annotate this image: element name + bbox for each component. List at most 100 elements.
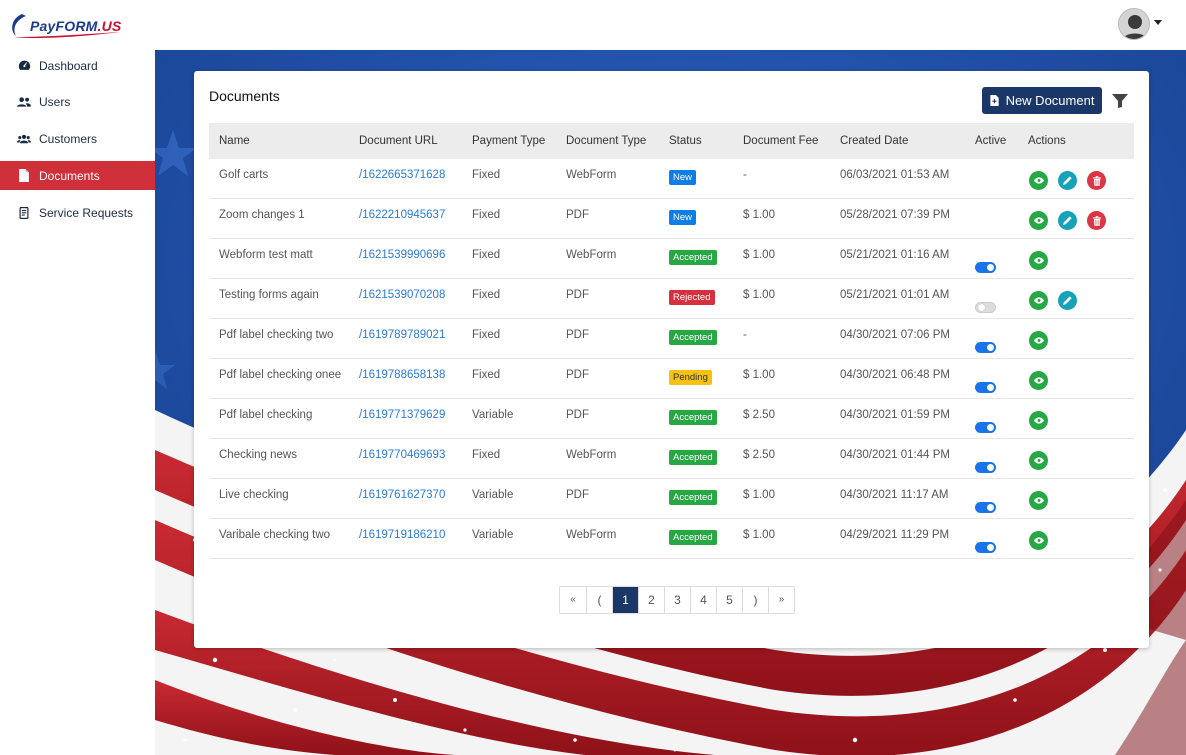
document-fee: $ 1.00 [743,529,775,541]
document-url-link[interactable]: /1619761627370 [359,489,445,501]
page-3-button[interactable]: 3 [664,587,690,613]
document-type: PDF [566,409,589,421]
chevron-down-icon[interactable] [1154,20,1162,25]
document-icon [17,169,31,183]
sidebar-item-service-requests[interactable]: Service Requests [0,198,155,227]
delete-button[interactable] [1087,171,1106,190]
view-button[interactable] [1029,531,1048,550]
sidebar-item-users[interactable]: Users [0,87,155,116]
first-page-button[interactable]: « [560,587,586,613]
page-1-button[interactable]: 1 [612,587,638,613]
logo-suffix: .US [97,18,122,34]
active-toggle[interactable] [975,262,996,273]
user-silhouette-icon [1119,9,1149,39]
document-url-link[interactable]: /1619788658138 [359,369,445,381]
active-toggle[interactable] [975,302,996,313]
document-url-link[interactable]: /1622210945637 [359,209,445,221]
view-button[interactable] [1029,211,1048,230]
status-badge: Accepted [669,250,717,265]
table-row: Webform test matt/1621539990696 Fixed WebF… [209,239,1134,279]
table-row: Checking news/1619770469693 Fixed WebForm $… [209,439,1134,479]
column-header[interactable]: Name [219,123,250,159]
users-icon [17,95,31,109]
active-toggle[interactable] [975,462,996,473]
eye-icon [1033,537,1044,544]
sidebar-item-documents[interactable]: Documents [0,161,155,190]
sidebar-item-dashboard[interactable]: Dashboard [0,51,155,80]
table-row: Testing forms again/1621539070208 Fixed PD… [209,279,1134,319]
pencil-icon [1063,176,1072,185]
active-toggle[interactable] [975,382,996,393]
document-url-link[interactable]: /1619770469693 [359,449,445,461]
document-url-link[interactable]: /1619789789021 [359,329,445,341]
last-page-button[interactable]: » [768,587,794,613]
document-name: Pdf label checking [219,409,313,421]
document-type: WebForm [566,249,617,261]
active-toggle[interactable] [975,342,996,353]
prev-page-button[interactable]: ( [586,587,612,613]
page-4-button[interactable]: 4 [690,587,716,613]
edit-button[interactable] [1058,211,1077,230]
status-badge: Accepted [669,450,717,465]
column-header[interactable]: Document Fee [743,123,818,159]
delete-button[interactable] [1087,211,1106,230]
document-type: PDF [566,369,589,381]
user-menu[interactable] [1118,8,1168,42]
document-fee: - [743,169,747,181]
sidebar-item-label: Documents [39,168,100,183]
created-date: 04/30/2021 11:17 AM [840,489,949,501]
document-url-link[interactable]: /1619771379629 [359,409,445,421]
pencil-icon [1063,296,1072,305]
next-page-button[interactable]: ) [742,587,768,613]
view-button[interactable] [1029,251,1048,270]
eye-icon [1033,297,1044,304]
eye-icon [1033,417,1044,424]
page-2-button[interactable]: 2 [638,587,664,613]
edit-button[interactable] [1058,171,1077,190]
view-button[interactable] [1029,371,1048,390]
created-date: 05/28/2021 07:39 PM [840,209,950,221]
document-url-link[interactable]: /1619719186210 [359,529,445,541]
table-row: Pdf label checking two/1619789789021 Fixe… [209,319,1134,359]
table-row: Pdf label checking onee/1619788658138 Fix… [209,359,1134,399]
view-button[interactable] [1029,291,1048,310]
column-header[interactable]: Status [669,123,702,159]
column-header[interactable]: Document Type [566,123,646,159]
column-header[interactable]: Active [975,123,1006,159]
sidebar-item-label: Service Requests [39,205,134,220]
avatar[interactable] [1118,8,1150,40]
document-url-link[interactable]: /1621539990696 [359,249,445,261]
document-url-link[interactable]: /1621539070208 [359,289,445,301]
page-title: Documents [209,88,280,104]
service-requests-icon [17,206,31,220]
document-type: WebForm [566,529,617,541]
edit-button[interactable] [1058,291,1077,310]
view-button[interactable] [1029,411,1048,430]
sidebar-item-customers[interactable]: Customers [0,124,155,153]
sidebar-item-label: Users [39,94,71,109]
document-type: WebForm [566,449,617,461]
created-date: 06/03/2021 01:53 AM [840,169,950,181]
view-button[interactable] [1029,171,1048,190]
column-header: Actions [1028,135,1066,147]
active-toggle[interactable] [975,542,996,553]
view-button[interactable] [1029,331,1048,350]
view-button[interactable] [1029,451,1048,470]
filter-icon[interactable] [1112,94,1128,108]
column-header[interactable]: Payment Type [472,123,545,159]
active-toggle[interactable] [975,422,996,433]
column-header[interactable]: Document URL [359,123,438,159]
documents-card: Documents New Document Name Document URL… [194,71,1149,648]
new-document-label: New Document [1005,93,1095,108]
payform-logo[interactable]: PayFORM.US [8,10,126,40]
new-document-button[interactable]: New Document [982,87,1102,114]
column-header[interactable]: Created Date [840,123,908,159]
document-url-link[interactable]: /1622665371628 [359,169,445,181]
document-fee: $ 1.00 [743,489,775,501]
logo-name: PayFORM [30,18,98,34]
page-5-button[interactable]: 5 [716,587,742,613]
document-fee: $ 1.00 [743,369,775,381]
document-name: Testing forms again [219,289,319,301]
view-button[interactable] [1029,491,1048,510]
active-toggle[interactable] [975,502,996,513]
